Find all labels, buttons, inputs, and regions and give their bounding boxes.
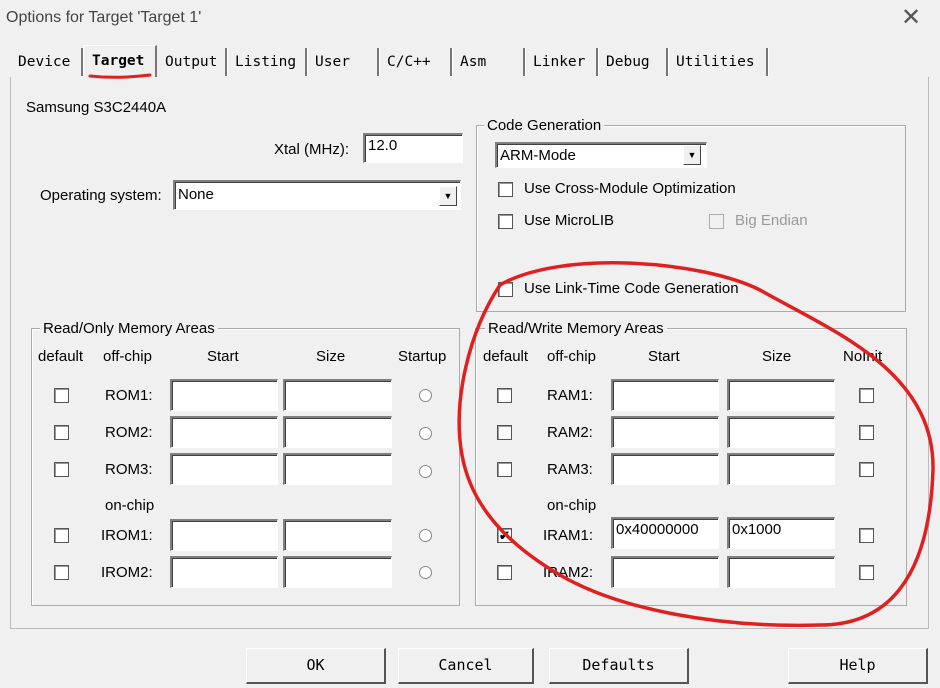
microlib-checkbox[interactable] — [498, 214, 513, 229]
rw-header-default: default — [483, 348, 529, 365]
xtal-label: Xtal (MHz): — [274, 141, 349, 158]
ram2-start-input[interactable] — [611, 416, 719, 448]
ro-header-default: default — [38, 348, 84, 365]
irom2-size-input[interactable] — [283, 556, 392, 588]
tab-cc[interactable]: C/C++ — [379, 48, 452, 76]
tab-linker[interactable]: Linker — [525, 48, 598, 76]
rw-header-size: Size — [762, 348, 792, 365]
ram1-size-input[interactable] — [727, 379, 835, 411]
rw-header-noinit: NoInit — [843, 348, 883, 365]
ram3-start-input[interactable] — [611, 453, 719, 485]
iram2-start-input[interactable] — [611, 556, 719, 588]
rom1-startup-radio[interactable] — [419, 389, 432, 402]
irom2-label: IROM2: — [101, 564, 153, 581]
rom3-label: ROM3: — [105, 461, 153, 478]
rom2-start-input[interactable] — [170, 416, 278, 448]
iram1-start-input[interactable]: 0x40000000 — [611, 517, 719, 549]
rw-header-offchip: off-chip — [547, 348, 596, 365]
tab-utilities[interactable]: Utilities — [668, 48, 768, 76]
arm-mode-value: ARM-Mode — [500, 147, 576, 164]
irom2-default-checkbox[interactable] — [54, 565, 69, 580]
irom1-label: IROM1: — [101, 527, 153, 544]
ram2-label: RAM2: — [547, 424, 593, 441]
ram2-size-input[interactable] — [727, 416, 835, 448]
iram1-size-input[interactable]: 0x1000 — [727, 517, 835, 549]
ro-header-startup: Startup — [398, 348, 447, 365]
os-select[interactable]: None — [173, 180, 461, 210]
ro-onchip-label: on-chip — [105, 497, 155, 514]
tab-target[interactable]: Target — [83, 45, 157, 77]
irom1-size-input[interactable] — [283, 519, 392, 551]
rom2-default-checkbox[interactable] — [54, 425, 69, 440]
ram1-noinit-checkbox[interactable] — [859, 388, 874, 403]
rom2-label: ROM2: — [105, 424, 153, 441]
xtal-input[interactable]: 12.0 — [363, 133, 463, 163]
os-label: Operating system: — [40, 187, 162, 204]
irom2-startup-radio[interactable] — [419, 566, 432, 579]
irom1-start-input[interactable] — [170, 519, 278, 551]
tab-listing[interactable]: Listing — [227, 48, 307, 76]
iram2-noinit-checkbox[interactable] — [859, 565, 874, 580]
rom3-start-input[interactable] — [170, 453, 278, 485]
tab-device[interactable]: Device — [10, 48, 83, 76]
ram3-size-input[interactable] — [727, 453, 835, 485]
rom3-default-checkbox[interactable] — [54, 462, 69, 477]
rom1-default-checkbox[interactable] — [54, 388, 69, 403]
window-title: Options for Target 'Target 1' — [6, 9, 202, 26]
rom1-label: ROM1: — [105, 387, 153, 404]
rw-onchip-label: on-chip — [547, 497, 597, 514]
arm-mode-select[interactable]: ARM-Mode — [495, 142, 707, 168]
rw-header-start: Start — [648, 348, 680, 365]
rom1-size-input[interactable] — [283, 379, 392, 411]
ro-header-size: Size — [316, 348, 346, 365]
ram3-noinit-checkbox[interactable] — [859, 462, 874, 477]
ok-button[interactable]: OK — [246, 648, 386, 684]
big-endian-checkbox — [709, 214, 724, 229]
os-value: None — [178, 186, 214, 203]
ltcg-label: Use Link-Time Code Generation — [524, 280, 739, 297]
help-button[interactable]: Help — [788, 648, 928, 684]
rom2-startup-radio[interactable] — [419, 427, 432, 440]
ltcg-checkbox[interactable] — [498, 282, 513, 297]
ram1-start-input[interactable] — [611, 379, 719, 411]
big-endian-label: Big Endian — [735, 212, 808, 229]
ram1-label: RAM1: — [547, 387, 593, 404]
readwrite-legend: Read/Write Memory Areas — [485, 320, 667, 337]
ram1-default-checkbox[interactable] — [497, 388, 512, 403]
cancel-button[interactable]: Cancel — [398, 648, 534, 684]
rom3-startup-radio[interactable] — [419, 465, 432, 478]
microlib-label: Use MicroLIB — [524, 212, 615, 229]
ram2-default-checkbox[interactable] — [497, 425, 512, 440]
iram1-label: IRAM1: — [543, 527, 594, 544]
code-generation-legend: Code Generation — [484, 117, 605, 134]
device-name: Samsung S3C2440A — [26, 99, 167, 116]
irom2-start-input[interactable] — [170, 556, 278, 588]
irom1-default-checkbox[interactable] — [54, 528, 69, 543]
rom2-size-input[interactable] — [283, 416, 392, 448]
chevron-down-icon[interactable]: ▼ — [439, 186, 457, 206]
ro-header-offchip: off-chip — [103, 348, 152, 365]
cross-module-checkbox[interactable] — [498, 182, 513, 197]
tab-debug[interactable]: Debug — [598, 48, 668, 76]
rom1-start-input[interactable] — [170, 379, 278, 411]
iram1-noinit-checkbox[interactable] — [859, 528, 874, 543]
readonly-legend: Read/Only Memory Areas — [40, 320, 218, 337]
ro-header-start: Start — [207, 348, 239, 365]
iram2-label: IRAM2: — [543, 564, 594, 581]
iram2-default-checkbox[interactable] — [497, 565, 512, 580]
iram1-default-checkbox[interactable]: ✔ — [497, 528, 512, 543]
chevron-down-icon[interactable]: ▼ — [683, 145, 701, 165]
rom3-size-input[interactable] — [283, 453, 392, 485]
irom1-startup-radio[interactable] — [419, 529, 432, 542]
tab-asm[interactable]: Asm — [452, 48, 525, 76]
ram3-default-checkbox[interactable] — [497, 462, 512, 477]
tab-output[interactable]: Output — [157, 48, 227, 76]
ram2-noinit-checkbox[interactable] — [859, 425, 874, 440]
cross-module-label: Use Cross-Module Optimization — [524, 180, 736, 197]
tab-user[interactable]: User — [307, 48, 379, 76]
defaults-button[interactable]: Defaults — [549, 648, 689, 684]
iram2-size-input[interactable] — [727, 556, 835, 588]
ram3-label: RAM3: — [547, 461, 593, 478]
close-icon[interactable]: ✕ — [898, 3, 924, 33]
